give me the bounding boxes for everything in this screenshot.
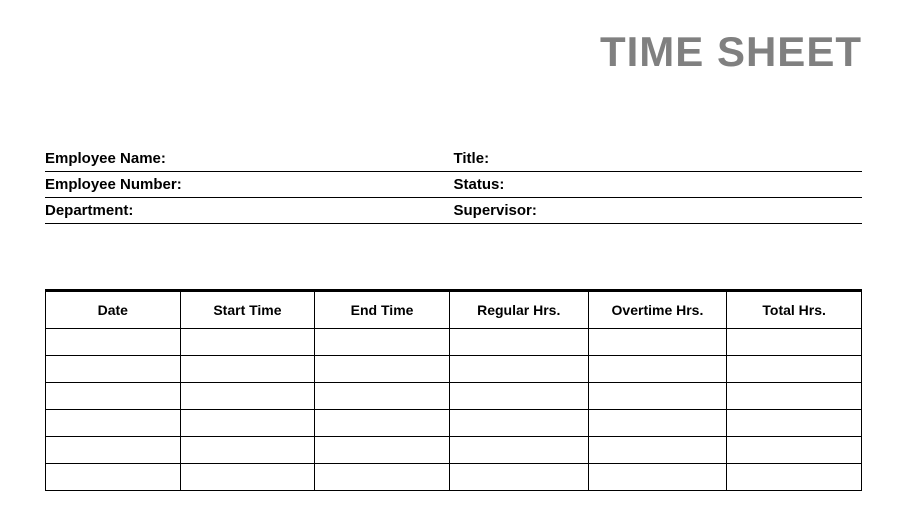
timesheet-table: Date Start Time End Time Regular Hrs. Ov…	[45, 289, 862, 491]
cell-overtime-hrs	[588, 356, 727, 383]
employee-name-label: Employee Name:	[45, 150, 454, 167]
cell-overtime-hrs	[588, 383, 727, 410]
cell-regular-hrs	[449, 437, 588, 464]
cell-date	[46, 383, 181, 410]
table-row	[46, 356, 862, 383]
header-overtime-hrs: Overtime Hrs.	[588, 291, 727, 329]
cell-overtime-hrs	[588, 329, 727, 356]
employee-info-section: Employee Name: Title: Employee Number: S…	[45, 146, 862, 224]
cell-regular-hrs	[449, 329, 588, 356]
document-title: TIME SHEET	[45, 28, 862, 76]
cell-end-time	[315, 410, 450, 437]
cell-total-hrs	[727, 329, 862, 356]
cell-start-time	[180, 329, 315, 356]
cell-overtime-hrs	[588, 437, 727, 464]
cell-end-time	[315, 437, 450, 464]
timesheet-table-container: Date Start Time End Time Regular Hrs. Ov…	[45, 289, 862, 491]
cell-regular-hrs	[449, 383, 588, 410]
cell-start-time	[180, 410, 315, 437]
cell-total-hrs	[727, 383, 862, 410]
cell-end-time	[315, 356, 450, 383]
cell-end-time	[315, 464, 450, 491]
cell-regular-hrs	[449, 356, 588, 383]
cell-overtime-hrs	[588, 464, 727, 491]
header-regular-hrs: Regular Hrs.	[449, 291, 588, 329]
cell-regular-hrs	[449, 464, 588, 491]
title-label: Title:	[454, 150, 863, 167]
department-label: Department:	[45, 202, 454, 219]
cell-date	[46, 329, 181, 356]
info-row-1: Employee Name: Title:	[45, 146, 862, 172]
table-row	[46, 410, 862, 437]
cell-end-time	[315, 329, 450, 356]
info-row-2: Employee Number: Status:	[45, 172, 862, 198]
table-header-row: Date Start Time End Time Regular Hrs. Ov…	[46, 291, 862, 329]
table-row	[46, 437, 862, 464]
header-date: Date	[46, 291, 181, 329]
cell-date	[46, 464, 181, 491]
cell-total-hrs	[727, 356, 862, 383]
cell-date	[46, 410, 181, 437]
header-total-hrs: Total Hrs.	[727, 291, 862, 329]
cell-end-time	[315, 383, 450, 410]
status-label: Status:	[454, 176, 863, 193]
cell-start-time	[180, 437, 315, 464]
cell-start-time	[180, 464, 315, 491]
cell-start-time	[180, 356, 315, 383]
cell-overtime-hrs	[588, 410, 727, 437]
cell-total-hrs	[727, 464, 862, 491]
header-start-time: Start Time	[180, 291, 315, 329]
table-row	[46, 464, 862, 491]
table-row	[46, 383, 862, 410]
cell-total-hrs	[727, 410, 862, 437]
cell-start-time	[180, 383, 315, 410]
cell-total-hrs	[727, 437, 862, 464]
cell-regular-hrs	[449, 410, 588, 437]
table-row	[46, 329, 862, 356]
cell-date	[46, 356, 181, 383]
header-end-time: End Time	[315, 291, 450, 329]
info-row-3: Department: Supervisor:	[45, 198, 862, 224]
supervisor-label: Supervisor:	[454, 202, 863, 219]
employee-number-label: Employee Number:	[45, 176, 454, 193]
cell-date	[46, 437, 181, 464]
